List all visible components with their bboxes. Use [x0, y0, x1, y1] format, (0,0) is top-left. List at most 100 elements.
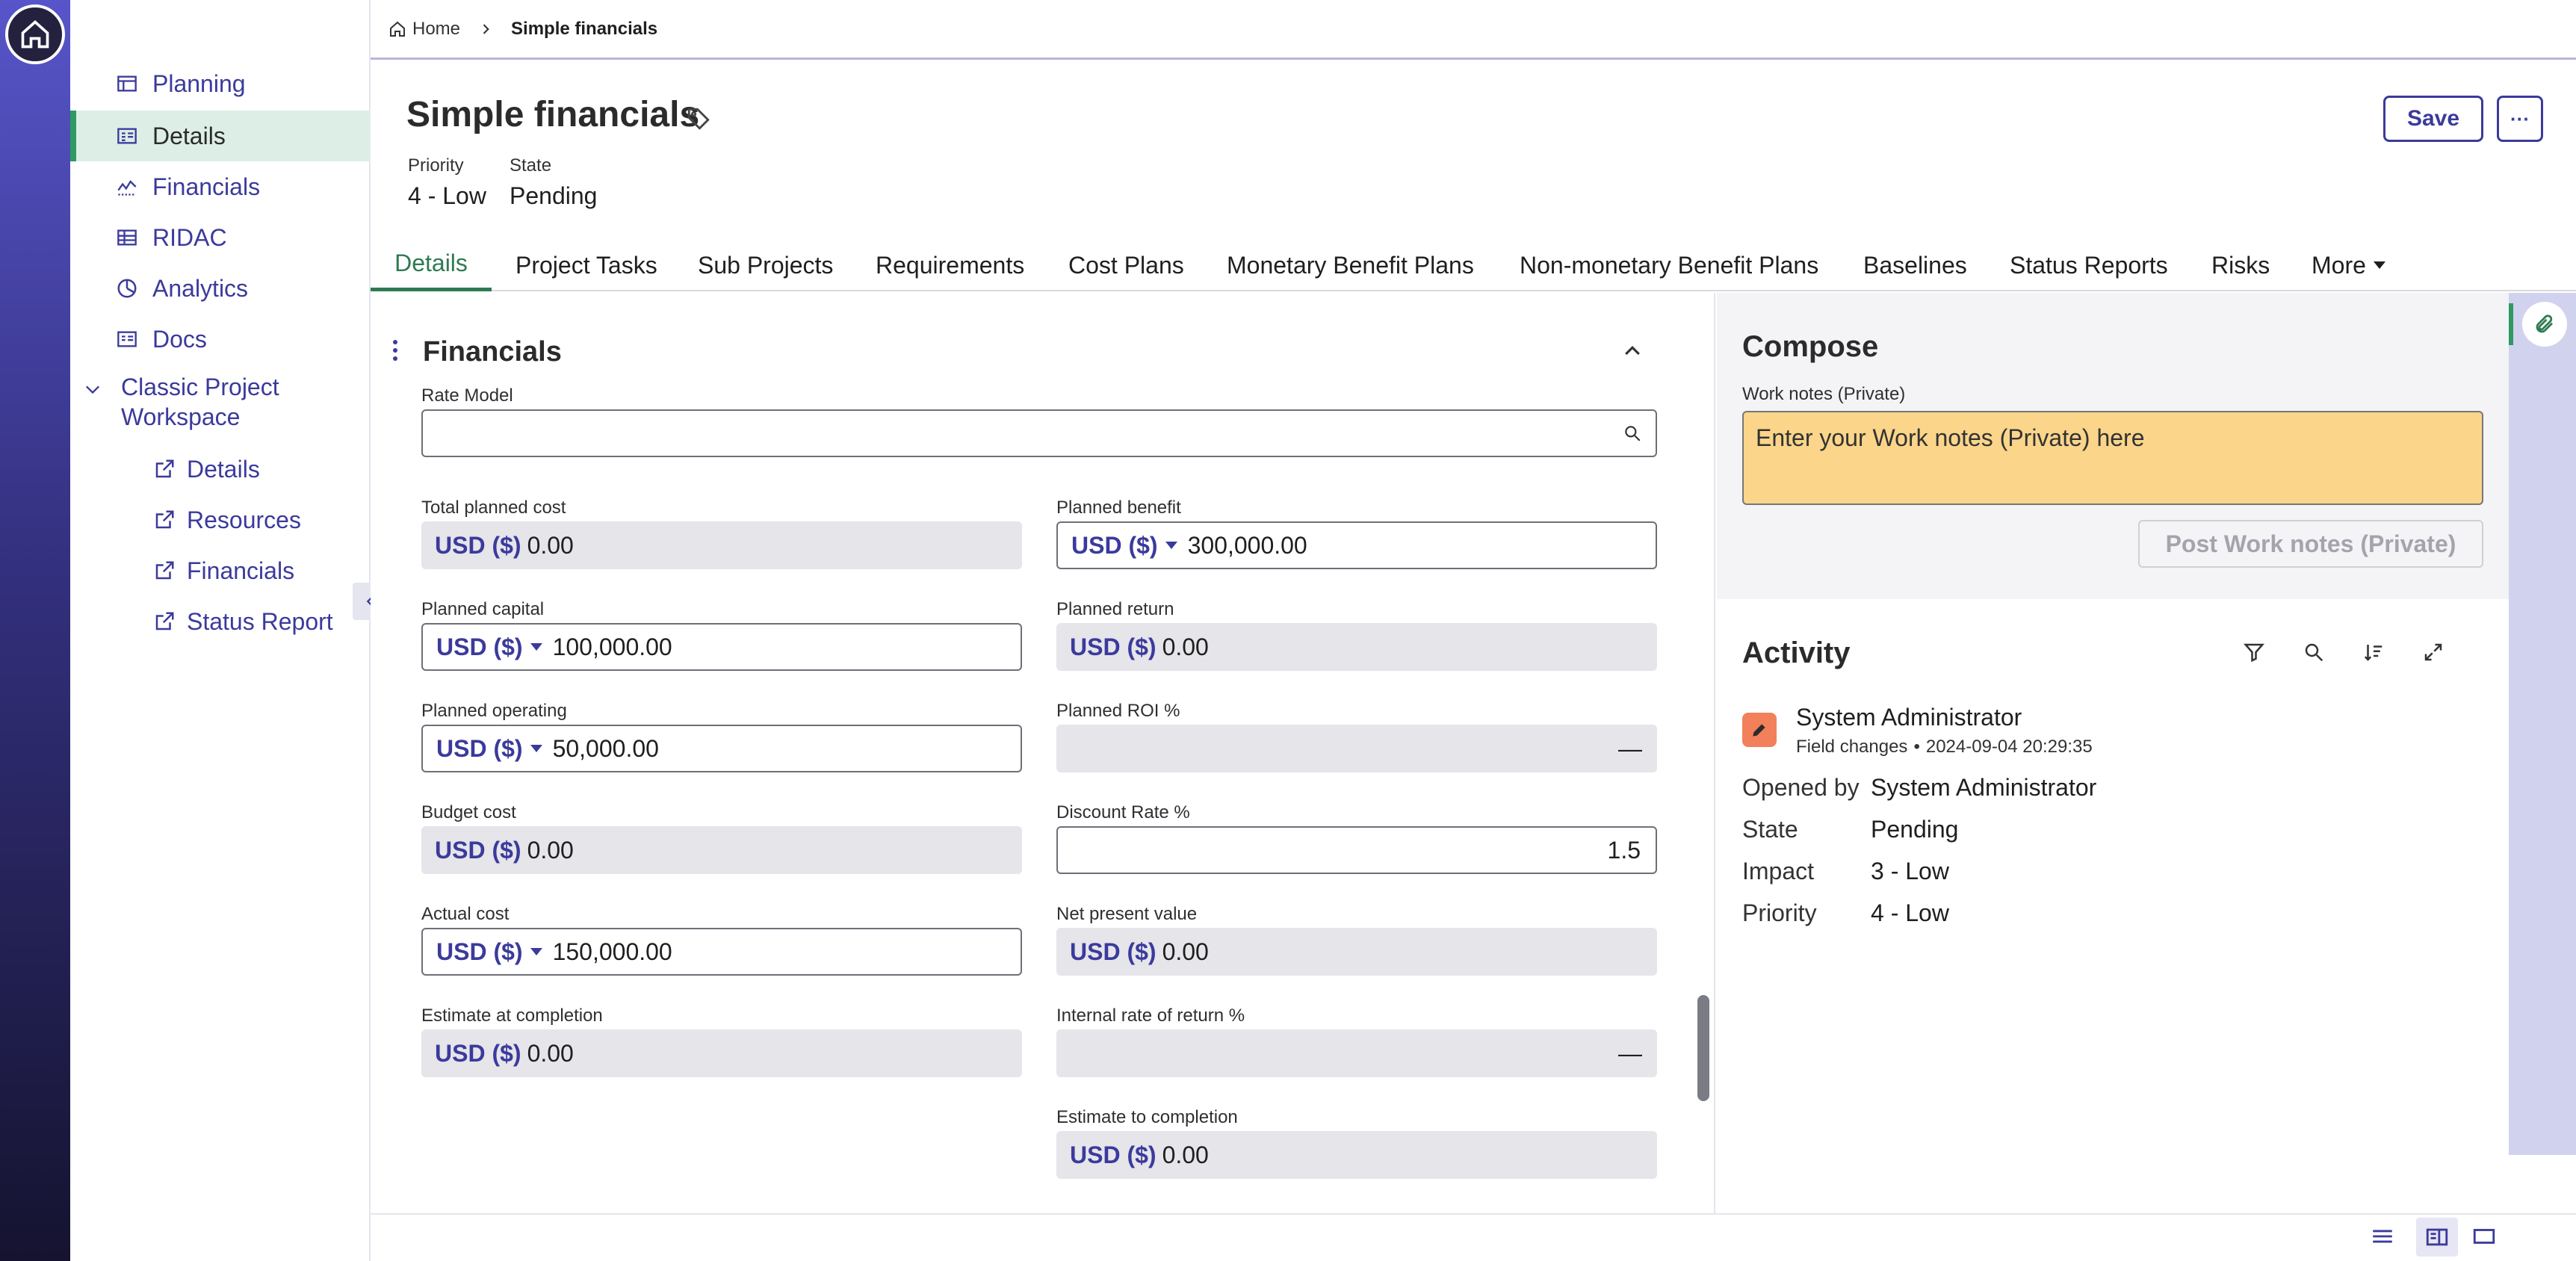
planned-capital-value[interactable]: 100,000.00	[553, 633, 672, 661]
tab-sub-projects[interactable]: Sub Projects	[698, 239, 833, 291]
split-view-icon[interactable]	[2416, 1218, 2458, 1257]
tab-non-monetary-benefit-plans[interactable]: Non-monetary Benefit Plans	[1520, 239, 1818, 291]
planning-icon	[115, 72, 139, 96]
discount-rate-field[interactable]: 1.5	[1056, 826, 1657, 874]
sidebar-item-docs[interactable]: Docs	[70, 314, 371, 365]
external-link-icon	[152, 610, 176, 633]
currency-label: USD ($)	[1070, 1141, 1157, 1168]
budget-cost-label: Budget cost	[421, 802, 516, 822]
sort-icon[interactable]	[2356, 635, 2391, 669]
expand-icon[interactable]	[2416, 635, 2450, 669]
discount-rate-value[interactable]: 1.5	[1608, 837, 1641, 864]
sidebar-item-ridac[interactable]: RIDAC	[70, 212, 371, 263]
tab-more[interactable]: More	[2312, 239, 2387, 291]
scrollbar[interactable]	[1697, 995, 1709, 1101]
attachment-icon[interactable]	[2522, 302, 2567, 347]
search-icon[interactable]	[2297, 635, 2331, 669]
sidebar-group-classic-project-workspace[interactable]: Classic Project Workspace	[70, 372, 371, 439]
activity-field-key: State	[1742, 816, 1798, 843]
filter-icon[interactable]	[2237, 635, 2271, 669]
activity-kind: Field changes	[1796, 737, 1908, 757]
activity-field-value: 4 - Low	[1871, 899, 1949, 926]
app-rail	[0, 0, 70, 1261]
sidebar-subitem-label: Financials	[187, 557, 295, 584]
total-planned-cost-value: 0.00	[527, 531, 574, 559]
planned-benefit-field[interactable]: USD ($) 300,000.00	[1056, 521, 1657, 569]
sidebar-item-planning[interactable]: Planning	[70, 58, 371, 109]
compose-panel: Compose Work notes (Private) Enter your …	[1717, 293, 2509, 599]
sidebar-subitem-status-report[interactable]: Status Report	[70, 596, 371, 647]
home-icon[interactable]	[5, 4, 65, 64]
activity-field-key: Opened by	[1742, 774, 1860, 801]
caret-down-icon[interactable]	[1164, 539, 1179, 551]
page-title: Simple financials	[406, 95, 700, 134]
estimate-at-completion-value: 0.00	[527, 1039, 574, 1067]
planned-capital-label: Planned capital	[421, 599, 545, 619]
sidebar-subitem-label: Details	[187, 455, 260, 483]
work-notes-input[interactable]: Enter your Work notes (Private) here	[1742, 411, 2483, 505]
post-work-notes-button[interactable]: Post Work notes (Private)	[2138, 520, 2483, 568]
total-planned-cost-field: USD ($) 0.00	[421, 521, 1022, 569]
sidebar-item-label: Docs	[152, 325, 207, 353]
rate-model-field[interactable]	[421, 409, 1657, 457]
activity-field-value: Pending	[1871, 816, 1959, 843]
tab-cost-plans[interactable]: Cost Plans	[1068, 239, 1184, 291]
financials-form: Financials Rate Model Total planned cost…	[371, 293, 1715, 1215]
activity-pane: Compose Work notes (Private) Enter your …	[1717, 293, 2509, 1215]
drag-handle-icon[interactable]	[391, 339, 399, 362]
estimate-at-completion-label: Estimate at completion	[421, 1006, 603, 1026]
tab-requirements[interactable]: Requirements	[876, 239, 1024, 291]
planned-benefit-value[interactable]: 300,000.00	[1188, 532, 1307, 560]
sidebar-item-label: Details	[152, 122, 226, 149]
estimate-to-completion-field: USD ($) 0.00	[1056, 1131, 1657, 1179]
tab-risks[interactable]: Risks	[2211, 239, 2270, 291]
currency-select[interactable]: USD ($)	[436, 633, 523, 661]
caret-down-icon	[2372, 259, 2387, 271]
actual-cost-label: Actual cost	[421, 904, 510, 924]
activity-meta: Field changes • 2024-09-04 20:29:35	[1796, 737, 2093, 757]
planned-operating-value[interactable]: 50,000.00	[553, 735, 659, 763]
sidebar-item-details[interactable]: Details	[70, 111, 371, 161]
tab-project-tasks[interactable]: Project Tasks	[515, 239, 657, 291]
caret-down-icon[interactable]	[529, 946, 544, 958]
actual-cost-value[interactable]: 150,000.00	[553, 938, 672, 966]
planned-capital-field[interactable]: USD ($) 100,000.00	[421, 623, 1022, 671]
sidebar-item-analytics[interactable]: Analytics	[70, 263, 371, 314]
sidebar-subitem-resources[interactable]: Resources	[70, 495, 371, 545]
full-view-icon[interactable]	[2471, 1224, 2497, 1249]
actual-cost-field[interactable]: USD ($) 150,000.00	[421, 928, 1022, 976]
work-notes-label: Work notes (Private)	[1742, 384, 1906, 404]
activity-user[interactable]: System Administrator	[1796, 704, 2022, 731]
breadcrumb-home[interactable]: Home	[412, 19, 460, 40]
currency-select[interactable]: USD ($)	[1071, 532, 1158, 560]
currency-select[interactable]: USD ($)	[436, 735, 523, 763]
tab-status-reports[interactable]: Status Reports	[2010, 239, 2168, 291]
currency-select[interactable]: USD ($)	[436, 938, 523, 966]
tab-bar: Details Project Tasks Sub Projects Requi…	[371, 239, 2576, 291]
external-link-icon	[152, 559, 176, 583]
tag-icon[interactable]	[686, 106, 711, 131]
sidebar-subitem-details[interactable]: Details	[70, 444, 371, 495]
tab-baselines[interactable]: Baselines	[1863, 239, 1967, 291]
planned-operating-field[interactable]: USD ($) 50,000.00	[421, 725, 1022, 772]
caret-down-icon[interactable]	[529, 743, 544, 755]
currency-label: USD ($)	[435, 1039, 521, 1067]
save-button[interactable]: Save	[2383, 96, 2483, 142]
sidebar-subitem-financials[interactable]: Financials	[70, 545, 371, 596]
more-actions-button[interactable]: ···	[2497, 96, 2543, 142]
active-indicator	[2509, 303, 2513, 345]
estimate-to-completion-value: 0.00	[1162, 1141, 1209, 1168]
priority-label: Priority	[408, 155, 464, 176]
tab-monetary-benefit-plans[interactable]: Monetary Benefit Plans	[1227, 239, 1474, 291]
list-view-icon[interactable]	[2370, 1224, 2395, 1249]
chevron-up-icon[interactable]	[1621, 339, 1644, 362]
search-icon[interactable]	[1623, 424, 1642, 443]
budget-cost-field: USD ($) 0.00	[421, 826, 1022, 874]
state-label: State	[510, 155, 552, 176]
tab-details[interactable]: Details	[371, 239, 492, 291]
currency-label: USD ($)	[1070, 938, 1157, 965]
caret-down-icon[interactable]	[529, 641, 544, 653]
planned-return-label: Planned return	[1056, 599, 1174, 619]
chevron-down-icon	[82, 372, 106, 439]
sidebar-item-financials[interactable]: Financials	[70, 161, 371, 212]
